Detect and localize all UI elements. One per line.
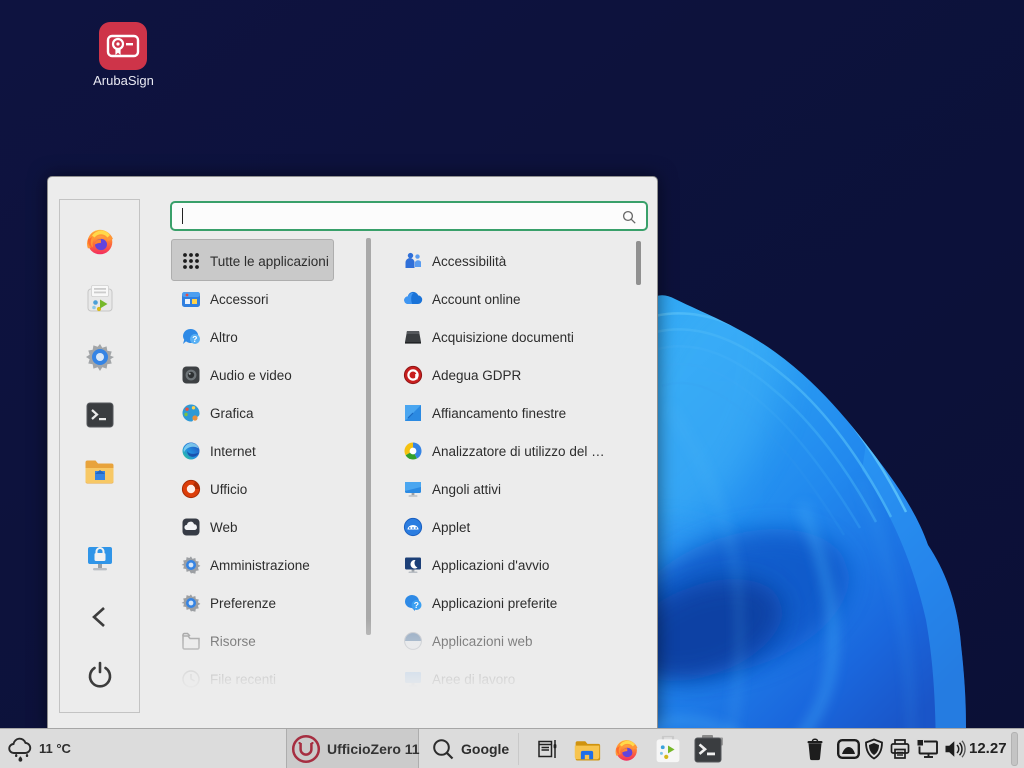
svg-text:?: ? xyxy=(192,334,197,344)
svg-text:?: ? xyxy=(414,600,419,610)
